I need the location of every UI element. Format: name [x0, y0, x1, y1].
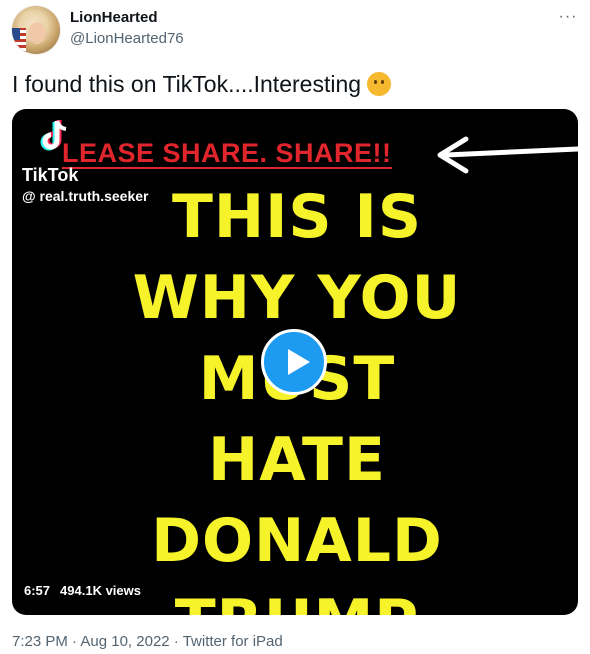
tweet-text: I found this on TikTok....Interesting — [12, 70, 572, 98]
tweet-source: Twitter for iPad — [182, 633, 283, 650]
view-count: 494.1K views — [60, 583, 141, 598]
tweet-metadata: 7:23 PM · Aug 10, 2022 · Twitter for iPa… — [12, 633, 283, 650]
thinking-face-icon — [367, 72, 392, 96]
video-headline: THIS IS WHY YOU MUST HATE DONALD TRUMP — [120, 177, 474, 615]
headline-line: WHY YOU — [132, 263, 462, 333]
tweet-body: I found this on TikTok....Interesting — [12, 71, 362, 97]
headline-line: HATE — [208, 425, 386, 495]
separator: · — [67, 633, 81, 650]
separator: · — [169, 633, 183, 650]
tweet-time[interactable]: 7:23 PM — [12, 633, 68, 650]
video-stats: 6:57 494.1K views — [24, 583, 141, 598]
arrow-left-icon — [437, 136, 578, 174]
headline-line: TRUMP — [120, 582, 474, 615]
avatar[interactable] — [12, 6, 60, 54]
video-player[interactable]: LEASE SHARE. SHARE!! TikTok @ real.truth… — [12, 109, 578, 615]
headline-line: THIS IS — [171, 182, 423, 252]
video-duration: 6:57 — [24, 583, 51, 598]
tweet-date[interactable]: Aug 10, 2022 — [80, 633, 169, 650]
tiktok-watermark: TikTok — [22, 165, 79, 185]
user-handle[interactable]: @LionHearted76 — [70, 30, 184, 47]
headline-line: DONALD — [151, 506, 443, 576]
more-options-icon[interactable]: ··· — [554, 8, 582, 28]
avatar-face — [28, 22, 46, 44]
share-banner: LEASE SHARE. SHARE!! — [62, 138, 392, 169]
display-name[interactable]: LionHearted — [70, 9, 158, 26]
play-button[interactable] — [261, 329, 327, 395]
flag-canton — [12, 28, 20, 40]
